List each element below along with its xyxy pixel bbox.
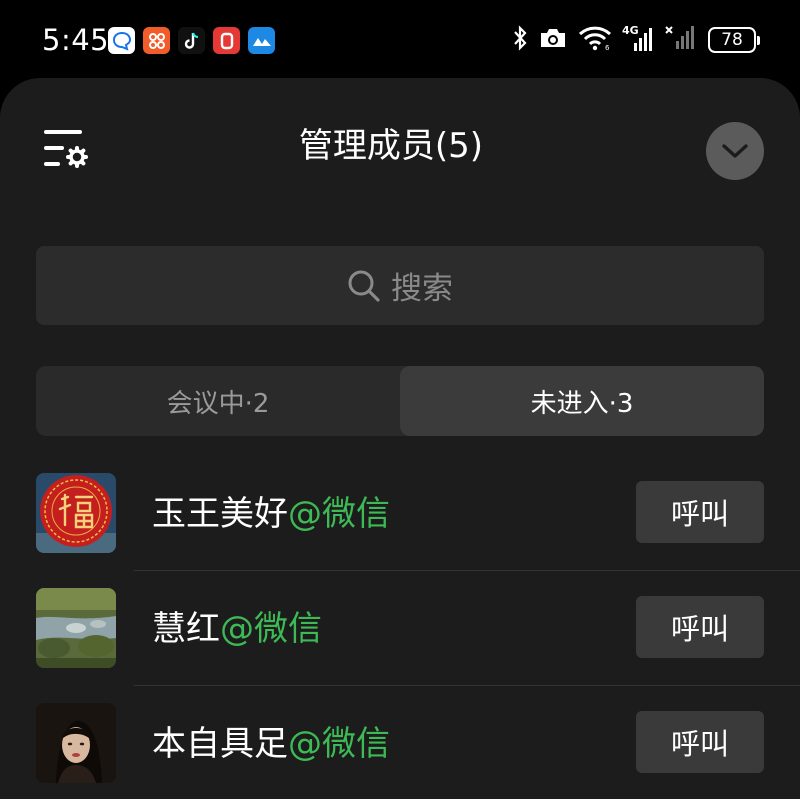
row-divider bbox=[134, 570, 800, 571]
wifi-icon: 6 bbox=[578, 25, 612, 55]
camera-icon bbox=[538, 26, 568, 54]
search-input[interactable]: 搜索 bbox=[36, 246, 764, 325]
network-type-label: 4G bbox=[622, 24, 639, 37]
status-time: 5:45 bbox=[42, 23, 110, 57]
member-name: 本自具足@微信 bbox=[152, 721, 390, 767]
call-button[interactable]: 呼叫 bbox=[636, 711, 764, 773]
member-source-tag: @微信 bbox=[288, 494, 390, 534]
manage-members-sheet: 管理成员(5) 搜索 会议中·2 未进入·3 玉王美好@微信 呼叫 慧红@微信 … bbox=[0, 78, 800, 799]
orange-app-icon bbox=[143, 27, 170, 54]
avatar[interactable] bbox=[36, 703, 116, 783]
member-source-tag: @微信 bbox=[288, 724, 390, 764]
portrait-avatar bbox=[36, 703, 116, 783]
call-button[interactable]: 呼叫 bbox=[636, 481, 764, 543]
screen: 5:45 6 4G 78 管理成员(5) 搜索 会议中·2 未进入·3 玉王美好… bbox=[0, 0, 800, 799]
member-row: 慧红@微信 呼叫 bbox=[0, 588, 800, 703]
row-divider bbox=[134, 685, 800, 686]
red-app-icon bbox=[213, 27, 240, 54]
member-tabs: 会议中·2 未进入·3 bbox=[36, 366, 764, 436]
signal-4g-icon: 4G bbox=[622, 24, 654, 53]
tiktok-icon bbox=[178, 27, 205, 54]
tab-not-entered[interactable]: 未进入·3 bbox=[400, 366, 764, 436]
system-icons: 6 4G 78 bbox=[512, 24, 760, 55]
battery-level: 78 bbox=[721, 30, 743, 50]
chevron-down-icon bbox=[722, 144, 748, 158]
status-bar: 5:45 6 4G 78 bbox=[0, 0, 800, 78]
avatar[interactable] bbox=[36, 473, 116, 553]
sheet-title: 管理成员(5) bbox=[298, 126, 484, 166]
blue-mountain-app-icon bbox=[248, 27, 275, 54]
bluetooth-icon bbox=[512, 25, 528, 55]
fu-character-avatar bbox=[36, 473, 116, 553]
stream-rocks-avatar bbox=[36, 588, 116, 668]
call-button[interactable]: 呼叫 bbox=[636, 596, 764, 658]
member-display-name: 慧红 bbox=[152, 609, 220, 649]
signal-no-service-icon bbox=[664, 25, 698, 55]
member-row: 本自具足@微信 呼叫 bbox=[0, 703, 800, 799]
member-name: 慧红@微信 bbox=[152, 606, 322, 652]
member-display-name: 本自具足 bbox=[152, 724, 288, 764]
chat-bubble-app-icon bbox=[108, 27, 135, 54]
member-row: 玉王美好@微信 呼叫 bbox=[0, 473, 800, 588]
search-icon bbox=[348, 270, 380, 302]
member-source-tag: @微信 bbox=[220, 609, 322, 649]
avatar[interactable] bbox=[36, 588, 116, 668]
battery-icon: 78 bbox=[708, 27, 760, 53]
svg-text:6: 6 bbox=[605, 44, 610, 51]
member-display-name: 玉王美好 bbox=[152, 494, 288, 534]
collapse-button[interactable] bbox=[706, 122, 764, 180]
tab-in-meeting[interactable]: 会议中·2 bbox=[36, 366, 400, 436]
search-placeholder: 搜索 bbox=[391, 271, 453, 307]
notification-icons bbox=[108, 27, 275, 54]
member-name: 玉王美好@微信 bbox=[152, 491, 390, 537]
